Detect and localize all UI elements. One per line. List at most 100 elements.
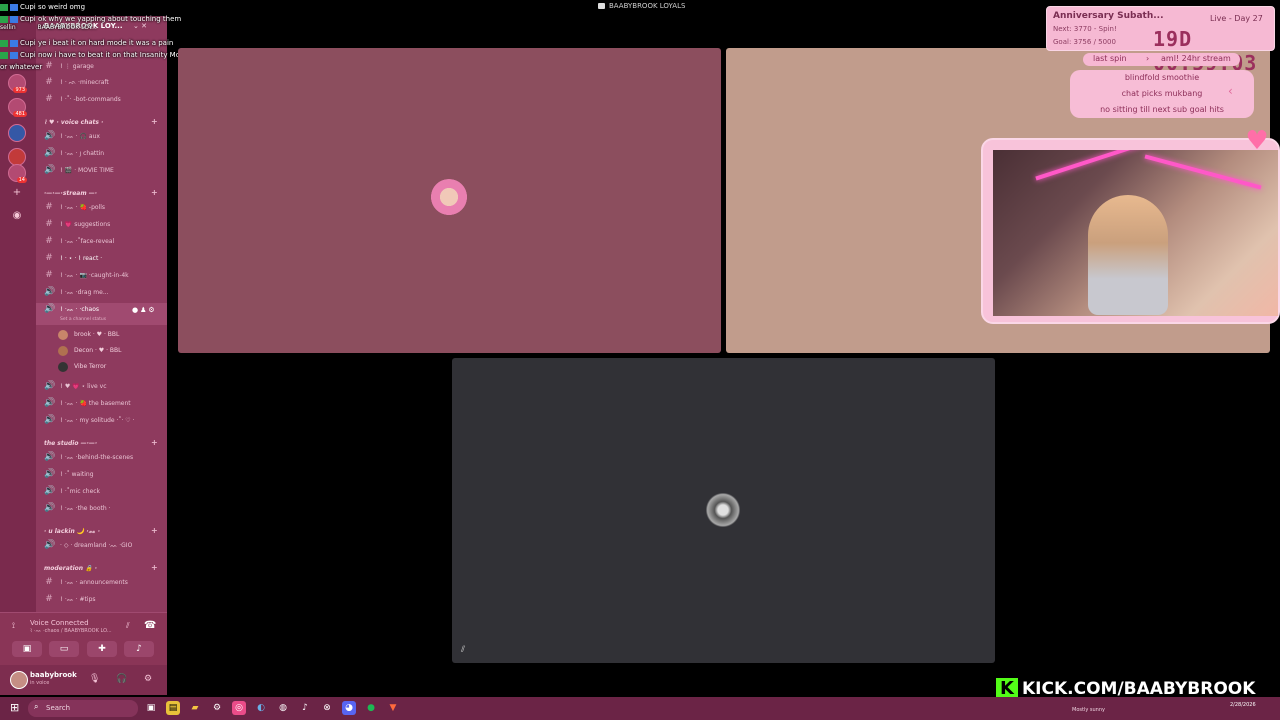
category-stream[interactable]: ·—·—·stream —· + <box>36 188 167 200</box>
gear-icon[interactable]: ⚙ <box>144 674 152 684</box>
dribbble-icon[interactable]: ◎ <box>232 701 246 715</box>
chevron-right-icon: › <box>1146 54 1150 63</box>
neon-light <box>1144 154 1262 190</box>
voice-member[interactable]: brook · ♥ · BBL <box>58 328 166 342</box>
category-lackin[interactable]: · u lackin 🌙 ·ᨐ · + <box>36 526 167 538</box>
headphones-icon[interactable]: 🎧 <box>116 674 127 684</box>
member-name: brook · ♥ · BBL <box>74 331 120 338</box>
plus-icon[interactable]: + <box>151 526 158 535</box>
channel-minecraft[interactable]: # ⌇ · ᨒ ·minecraft <box>36 76 167 90</box>
channel-chattin[interactable]: 🔊 ⌇ ·ᨐ · ȷ chattin <box>36 147 167 161</box>
channel-face-reveal[interactable]: # ⌇ ·ᨐ ·˚face-reveal <box>36 235 167 249</box>
notes-app-icon[interactable]: ▤ <box>166 701 180 715</box>
chrome-icon[interactable]: ◍ <box>276 701 290 715</box>
channel-polls[interactable]: # ⌇ ·ᨐ · 🍓 -polls <box>36 201 167 215</box>
gear-icon[interactable]: ⚙ <box>148 306 156 314</box>
voice-member[interactable]: Vibe Terror <box>58 360 166 374</box>
channel-react[interactable]: # ⌇ · ⋆ · ⌇ react · <box>36 252 167 266</box>
channel-tools[interactable]: ●♟⚙ <box>132 306 157 314</box>
tiktok-icon[interactable]: ♪ <box>298 701 312 715</box>
channel-bot-commands[interactable]: # ⌇ ·˚· -bot-commands <box>36 93 167 107</box>
spotify-icon[interactable]: ● <box>364 701 378 715</box>
video-tile[interactable] <box>178 48 721 353</box>
category-studio[interactable]: the studio —·—· + <box>36 438 167 450</box>
channel-tips[interactable]: # ⌇ ·ᨐ · #tips <box>36 593 167 607</box>
avatar <box>429 179 469 219</box>
plus-icon[interactable]: + <box>151 438 158 447</box>
category-moderation[interactable]: moderation 🔒 · + <box>36 563 167 575</box>
plus-icon[interactable]: + <box>151 563 158 572</box>
webcam-feed <box>993 150 1278 316</box>
video-tile[interactable]: ⫽ <box>452 358 995 663</box>
user-name[interactable]: baabybrook <box>30 671 77 679</box>
file-explorer-icon[interactable]: ▰ <box>188 701 202 715</box>
activities-button[interactable]: ✚ <box>87 641 117 657</box>
speaker-icon: 🔊 <box>44 304 56 314</box>
channel-mic-check[interactable]: 🔊 ⌇ ·˚mic check <box>36 485 167 499</box>
screen-share-button[interactable]: ▭ <box>49 641 79 657</box>
category-voice-chats[interactable]: ⌇ ♥ · voice chats · + <box>36 117 167 129</box>
server-icon[interactable]: 481 <box>8 98 27 117</box>
add-server-icon[interactable]: + <box>10 186 24 200</box>
server-icon[interactable] <box>8 124 26 142</box>
hash-icon: # <box>45 594 53 604</box>
xbox-icon[interactable]: ⊗ <box>320 701 334 715</box>
weather-text[interactable]: Mostly sunny <box>1072 707 1105 713</box>
channel-my-solitude[interactable]: 🔊 ⌇ ·ᨐ · my solitude ·˚· ♡ · <box>36 414 167 428</box>
rule-item: no sitting till next sub goal hits <box>1100 105 1224 114</box>
channel-aux[interactable]: 🔊 ⌇ ·ᨐ · 🎧 aux <box>36 130 167 144</box>
plus-icon[interactable]: + <box>151 117 158 126</box>
channel-the-booth[interactable]: 🔊 ⌇ ·ᨐ ·the booth · <box>36 502 167 516</box>
channel-waiting[interactable]: 🔊 ⌇ ·˚ waiting <box>36 468 167 482</box>
discord-icon[interactable]: ◕ <box>342 701 356 715</box>
settings-icon[interactable]: ⚙ <box>210 701 224 715</box>
hash-icon: # <box>45 270 53 280</box>
task-view-icon[interactable]: ▣ <box>144 701 158 715</box>
voice-channel-path[interactable]: ⌇ ·ᨐ ·chaos / BAABYBROOK LO... <box>30 628 112 634</box>
microphone-icon[interactable]: 🎙 <box>89 674 100 684</box>
disconnect-icon[interactable]: ☎ <box>144 620 156 631</box>
avatar[interactable] <box>10 671 28 689</box>
channel-announcements[interactable]: # ⌇ ·ᨐ · announcements <box>36 576 167 590</box>
brave-icon[interactable]: ▼ <box>386 701 400 715</box>
steam-icon[interactable]: ◐ <box>254 701 268 715</box>
voice-member[interactable]: Decon · ♥ · BBL <box>58 344 166 358</box>
channel-status-hint[interactable]: Set a channel status <box>60 317 106 322</box>
channel-garage[interactable]: # ⌇ ⋮ garage <box>36 60 167 74</box>
channel-live-vc[interactable]: 🔊 ⌇ ♥ 💗 ⋆ live vc <box>36 380 167 394</box>
category-label: ⌇ ♥ · voice chats · <box>44 119 104 126</box>
speaker-icon: 🔊 <box>44 503 56 513</box>
channel-drag-me[interactable]: 🔊 ⌇ ·ᨐ ·drag me... <box>36 286 167 300</box>
kick-url: KICK.COM/BAABYBROOK <box>1022 679 1256 699</box>
signal-icon[interactable]: ⟟ <box>12 621 15 631</box>
windows-start-icon[interactable]: ⊞ <box>10 702 22 714</box>
noise-suppression-icon[interactable]: ⫽ <box>126 621 130 631</box>
server-badge: 14 <box>16 177 27 183</box>
channel-label: ⌇ ·ᨐ ·the booth · <box>60 505 111 512</box>
chevron-down-icon[interactable]: ⌄ ✕ <box>133 22 147 30</box>
chat-icon[interactable]: ● <box>132 306 140 314</box>
avatar <box>58 346 68 356</box>
search-placeholder: Search <box>46 704 71 712</box>
channel-dreamland[interactable]: 🔊 · ◇ · dreamland ·ᨐ ·GIO <box>36 539 167 553</box>
mod-badge-icon <box>10 3 18 11</box>
channel-the-basement[interactable]: 🔊 ⌇ ·ᨐ · 🍓 the basement <box>36 397 167 411</box>
taskbar-search[interactable]: ⌕ Search <box>28 700 138 717</box>
channel-behind-the-scenes[interactable]: 🔊 ⌇ ·ᨐ ·behind-the-scenes <box>36 451 167 465</box>
discover-icon[interactable]: ◉ <box>10 209 24 223</box>
channel-suggestions[interactable]: # ⌇ 💗 suggestions <box>36 218 167 232</box>
channel-label: ⌇ ·ᨐ ·behind-the-scenes <box>60 454 134 461</box>
soundboard-button[interactable]: ♪ <box>124 641 154 657</box>
camera-button[interactable]: ▣ <box>12 641 42 657</box>
hash-icon: # <box>45 94 53 104</box>
channel-movie-time[interactable]: 🔊 ⌇ 🎬 · MOVIE TIME <box>36 164 167 178</box>
channel-caught-in-4k[interactable]: # ⌇ ·ᨐ · 📷 ·caught-in-4k <box>36 269 167 283</box>
avatar <box>703 490 743 530</box>
server-icon[interactable]: 973 <box>8 74 27 93</box>
clock-date[interactable]: 2/28/2026 <box>1230 702 1256 708</box>
server-icon[interactable]: 14 <box>8 164 27 183</box>
plus-icon[interactable]: + <box>151 188 158 197</box>
server-rail: 973 481 14 + ◉ <box>0 16 36 694</box>
chat-message: Cupi so weird omg <box>0 3 85 11</box>
channel-label: ⌇ ·˚· -bot-commands <box>60 96 121 103</box>
